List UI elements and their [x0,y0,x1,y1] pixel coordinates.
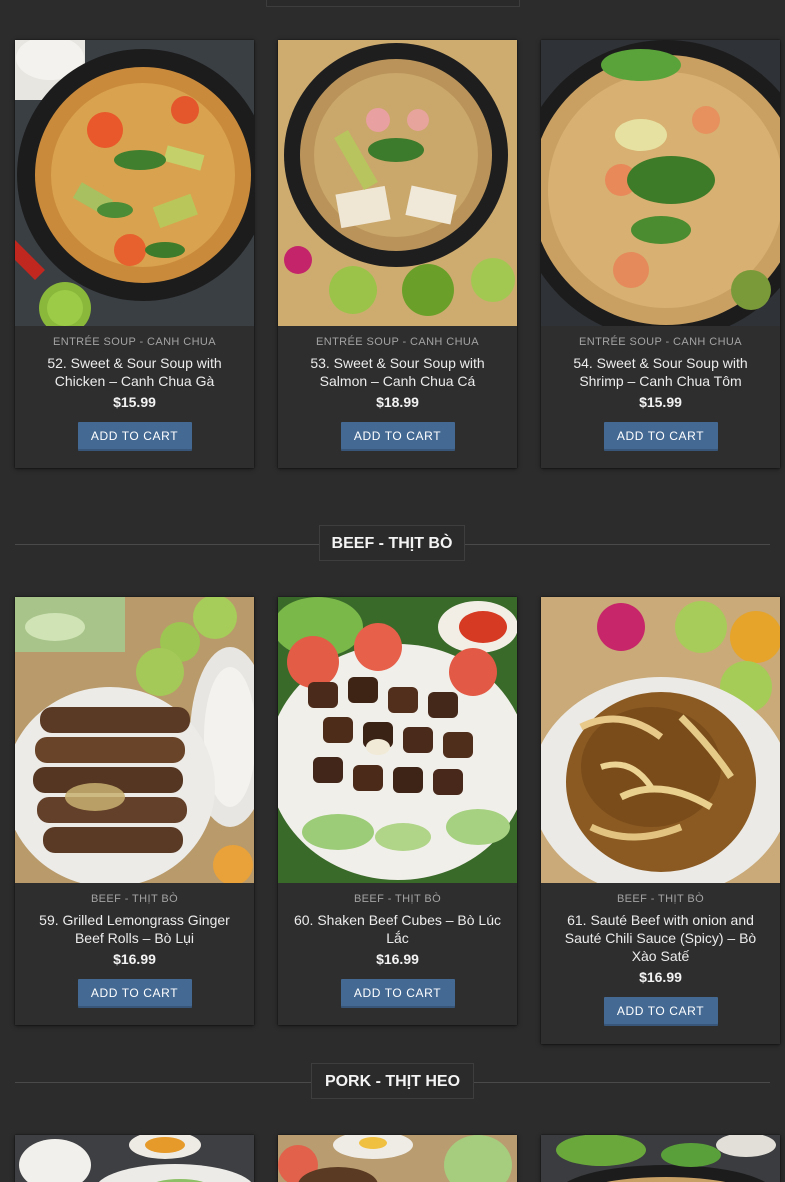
product-card [15,1135,254,1182]
product-title[interactable]: 61. Sauté Beef with onion and Sauté Chil… [549,911,772,965]
add-to-cart-button[interactable]: ADD TO CART [603,422,718,451]
product-price: $15.99 [113,394,156,410]
product-price: $15.99 [639,394,682,410]
product-card: ENTRÉE SOUP - CANH CHUA 54. Sweet & Sour… [541,40,780,468]
section-title: BEEF - THỊT BÒ [319,525,465,561]
product-category[interactable]: BEEF - THỊT BÒ [23,893,246,905]
product-category[interactable]: BEEF - THỊT BÒ [286,893,509,905]
product-image-shaken-beef[interactable] [278,597,517,883]
product-image-chicken-soup[interactable] [15,40,254,326]
product-grid-page: ENTRÉE SOUP - CANH CHUA 52. Sweet & Sour… [0,0,785,1182]
product-price: $16.99 [639,969,682,985]
product-image-pork-1[interactable] [15,1135,254,1182]
product-card: BEEF - THỊT BÒ 60. Shaken Beef Cubes – B… [278,597,517,1025]
product-title[interactable]: 53. Sweet & Sour Soup with Salmon – Canh… [286,354,509,390]
section-title: PORK - THỊT HEO [311,1063,474,1099]
product-title[interactable]: 54. Sweet & Sour Soup with Shrimp – Canh… [549,354,772,390]
product-card [541,1135,780,1182]
add-to-cart-button[interactable]: ADD TO CART [340,979,455,1008]
product-card: ENTRÉE SOUP - CANH CHUA 53. Sweet & Sour… [278,40,517,468]
product-category[interactable]: BEEF - THỊT BÒ [549,893,772,905]
product-price: $16.99 [376,951,419,967]
product-card [278,1135,517,1182]
product-category[interactable]: ENTRÉE SOUP - CANH CHUA [23,336,246,348]
section-header-pork: PORK - THỊT HEO [15,1063,770,1103]
add-to-cart-button[interactable]: ADD TO CART [603,997,718,1026]
product-title[interactable]: 52. Sweet & Sour Soup with Chicken – Can… [23,354,246,390]
add-to-cart-button[interactable]: ADD TO CART [77,422,192,451]
add-to-cart-button[interactable]: ADD TO CART [340,422,455,451]
product-category[interactable]: ENTRÉE SOUP - CANH CHUA [286,336,509,348]
product-card: ENTRÉE SOUP - CANH CHUA 52. Sweet & Sour… [15,40,254,468]
product-image-pork-2[interactable] [278,1135,517,1182]
product-card: BEEF - THỊT BÒ 59. Grilled Lemongrass Gi… [15,597,254,1025]
add-to-cart-button[interactable]: ADD TO CART [77,979,192,1008]
product-image-beef-rolls[interactable] [15,597,254,883]
product-title[interactable]: 60. Shaken Beef Cubes – Bò Lúc Lắc [286,911,509,947]
product-image-saute-beef[interactable] [541,597,780,883]
top-divider-box [266,0,520,7]
product-image-shrimp-soup[interactable] [541,40,780,326]
product-price: $18.99 [376,394,419,410]
section-header-beef: BEEF - THỊT BÒ [15,525,770,565]
product-price: $16.99 [113,951,156,967]
product-title[interactable]: 59. Grilled Lemongrass Ginger Beef Rolls… [23,911,246,947]
product-card: BEEF - THỊT BÒ 61. Sauté Beef with onion… [541,597,780,1044]
product-category[interactable]: ENTRÉE SOUP - CANH CHUA [549,336,772,348]
product-image-pork-3[interactable] [541,1135,780,1182]
product-image-salmon-soup[interactable] [278,40,517,326]
